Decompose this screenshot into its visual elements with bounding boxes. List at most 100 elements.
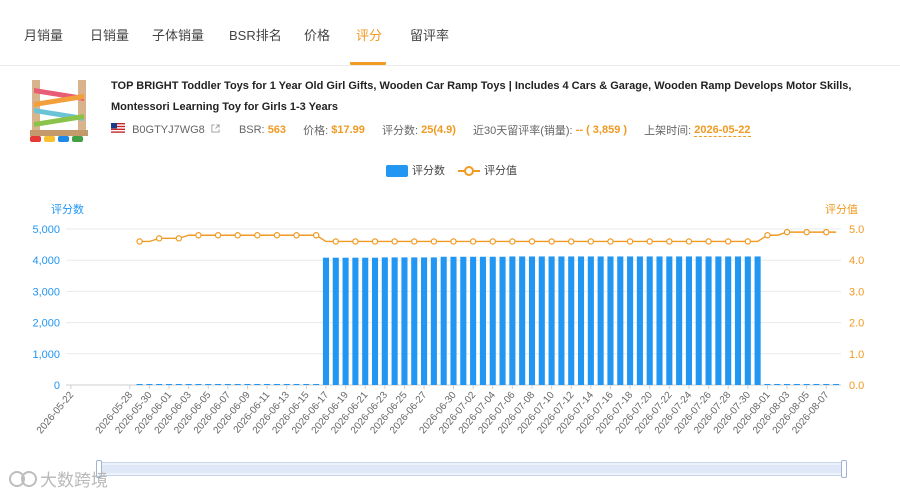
line-marker[interactable] bbox=[823, 228, 830, 236]
data-zoom-slider[interactable] bbox=[96, 460, 847, 478]
bar[interactable] bbox=[823, 384, 830, 385]
bar[interactable] bbox=[695, 256, 702, 385]
bar[interactable] bbox=[519, 256, 526, 385]
bar[interactable] bbox=[705, 256, 712, 385]
bar[interactable] bbox=[734, 256, 742, 385]
line-marker[interactable] bbox=[548, 238, 555, 245]
line-marker[interactable] bbox=[568, 238, 575, 245]
bar[interactable] bbox=[558, 256, 565, 385]
line-marker[interactable] bbox=[666, 238, 673, 245]
line-marker[interactable] bbox=[352, 238, 359, 245]
bar[interactable] bbox=[322, 257, 330, 385]
bar[interactable] bbox=[646, 256, 653, 385]
line-marker[interactable] bbox=[273, 232, 281, 239]
bar[interactable] bbox=[793, 384, 800, 385]
line-marker[interactable] bbox=[528, 238, 536, 245]
bar[interactable] bbox=[470, 256, 477, 385]
line-marker[interactable] bbox=[195, 232, 202, 239]
bar[interactable] bbox=[342, 257, 349, 385]
bar[interactable] bbox=[411, 257, 418, 385]
line-marker[interactable] bbox=[607, 238, 614, 245]
line-marker[interactable] bbox=[764, 232, 771, 239]
bar[interactable] bbox=[528, 256, 536, 385]
line-marker[interactable] bbox=[783, 228, 791, 236]
bar[interactable] bbox=[784, 384, 791, 385]
bar[interactable] bbox=[627, 256, 634, 385]
bar[interactable] bbox=[715, 256, 722, 385]
bar[interactable] bbox=[175, 384, 182, 385]
bar[interactable] bbox=[421, 257, 428, 385]
bar[interactable] bbox=[234, 384, 241, 385]
line-marker[interactable] bbox=[312, 232, 320, 239]
product-image[interactable] bbox=[26, 74, 92, 144]
product-title[interactable]: TOP BRIGHT Toddler Toys for 1 Year Old G… bbox=[111, 76, 881, 118]
line-marker[interactable] bbox=[450, 238, 457, 245]
line-marker[interactable] bbox=[175, 235, 183, 242]
bar[interactable] bbox=[205, 384, 212, 385]
bar[interactable] bbox=[666, 256, 673, 385]
tab-variant-sales[interactable]: 子体销量 bbox=[152, 25, 204, 44]
line-marker[interactable] bbox=[371, 238, 379, 245]
bar[interactable] bbox=[587, 256, 594, 385]
bar[interactable] bbox=[156, 384, 163, 385]
bar[interactable] bbox=[195, 384, 202, 385]
bar[interactable] bbox=[165, 384, 173, 385]
bar[interactable] bbox=[362, 257, 369, 385]
line-marker[interactable] bbox=[724, 238, 732, 245]
bar[interactable] bbox=[273, 384, 280, 385]
bar[interactable] bbox=[803, 384, 810, 385]
bar[interactable] bbox=[725, 256, 732, 385]
tab-rating[interactable]: 评分 bbox=[356, 25, 382, 44]
bar[interactable] bbox=[401, 257, 408, 385]
bar[interactable] bbox=[617, 256, 624, 385]
bar[interactable] bbox=[224, 384, 231, 385]
bar[interactable] bbox=[440, 256, 447, 385]
bar[interactable] bbox=[656, 256, 663, 385]
line-marker[interactable] bbox=[469, 238, 477, 245]
line-marker[interactable] bbox=[744, 238, 752, 245]
bar[interactable] bbox=[509, 256, 516, 385]
bar[interactable] bbox=[293, 384, 300, 385]
bar[interactable] bbox=[685, 256, 692, 385]
line-marker[interactable] bbox=[332, 238, 339, 245]
data-zoom-right-handle[interactable] bbox=[841, 460, 847, 478]
bar[interactable] bbox=[568, 256, 575, 385]
bar[interactable] bbox=[313, 384, 320, 385]
tab-monthly-sales[interactable]: 月销量 bbox=[24, 25, 63, 44]
bar[interactable] bbox=[332, 257, 339, 385]
tab-bsr-rank[interactable]: BSR排名 bbox=[229, 25, 282, 44]
bar[interactable] bbox=[754, 256, 761, 385]
bar[interactable] bbox=[254, 384, 261, 385]
line-marker[interactable] bbox=[626, 238, 634, 245]
bar[interactable] bbox=[244, 384, 251, 385]
data-zoom-range[interactable] bbox=[101, 465, 842, 473]
bar[interactable] bbox=[185, 384, 192, 385]
bar[interactable] bbox=[430, 257, 437, 385]
bar[interactable] bbox=[577, 256, 585, 385]
bar[interactable] bbox=[460, 256, 467, 385]
bar[interactable] bbox=[283, 384, 290, 385]
tab-price[interactable]: 价格 bbox=[304, 25, 330, 44]
line-marker[interactable] bbox=[234, 232, 241, 239]
bar[interactable] bbox=[450, 256, 457, 385]
bar[interactable] bbox=[548, 256, 555, 385]
bar[interactable] bbox=[774, 384, 781, 385]
line-marker[interactable] bbox=[391, 238, 398, 245]
bar[interactable] bbox=[676, 256, 683, 385]
line-marker[interactable] bbox=[430, 238, 438, 245]
legend-item-rating-count[interactable]: 评分数 bbox=[386, 162, 445, 178]
bar[interactable] bbox=[833, 384, 840, 385]
line-marker[interactable] bbox=[136, 238, 143, 245]
legend-item-rating-value[interactable]: 评分值 bbox=[448, 162, 517, 178]
line-marker[interactable] bbox=[685, 238, 693, 245]
line-marker[interactable] bbox=[411, 238, 418, 245]
bar[interactable] bbox=[303, 384, 310, 385]
line-marker[interactable] bbox=[803, 228, 810, 236]
bar[interactable] bbox=[215, 384, 222, 385]
bar[interactable] bbox=[538, 256, 545, 385]
bar[interactable] bbox=[391, 257, 398, 385]
bar[interactable] bbox=[136, 384, 143, 385]
bar[interactable] bbox=[764, 384, 771, 385]
line-marker[interactable] bbox=[293, 232, 300, 239]
line-marker[interactable] bbox=[509, 238, 516, 245]
